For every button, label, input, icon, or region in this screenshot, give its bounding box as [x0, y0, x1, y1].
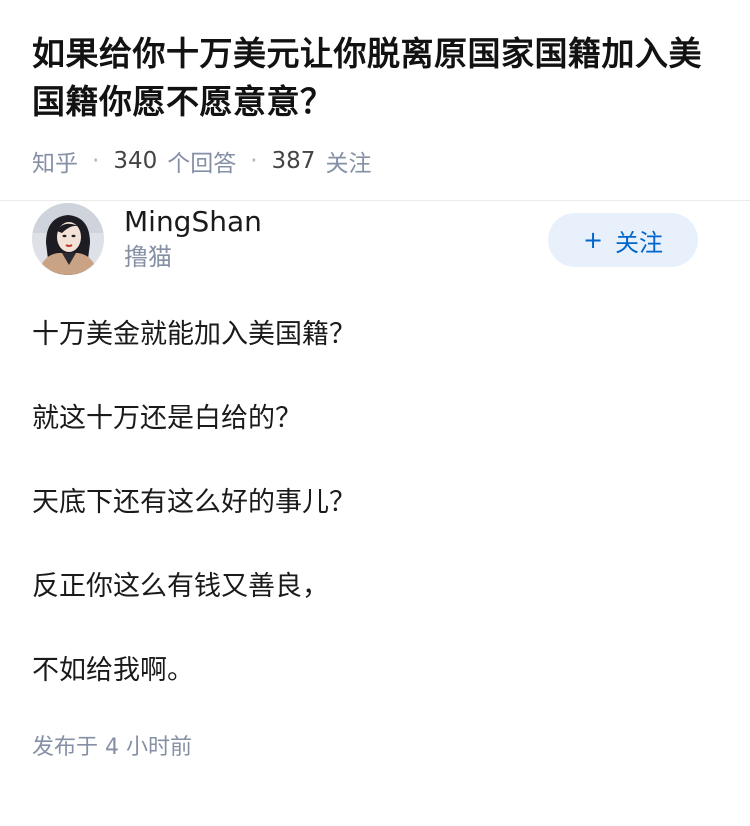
plus-icon: +	[582, 226, 604, 254]
answer-paragraph: 不如给我啊。	[32, 655, 194, 686]
author-name[interactable]: MingShan	[124, 204, 262, 240]
answer-paragraph: 天底下还有这么好的事儿？	[32, 487, 356, 518]
author-info: MingShan 撸猫	[124, 204, 262, 274]
answer-body[interactable]: 十万美金就能加入美国籍？ 就这十万还是白给的？ 天底下还有这么好的事儿？ 反正你…	[32, 315, 718, 691]
question-header: 如果给你十万美元让你脱离原国家国籍加入美国籍你愿不愿意意？ 知乎 · 340 个…	[0, 0, 750, 177]
author-row: MingShan 撸猫 + 关注	[32, 169, 718, 309]
answer-card: MingShan 撸猫 + 关注 十万美金就能加入美国籍？ 就这十万还是白给的？…	[0, 169, 750, 761]
avatar-portrait-icon	[32, 203, 104, 275]
answer-paragraph: 十万美金就能加入美国籍？	[32, 319, 356, 350]
follow-button[interactable]: + 关注	[548, 213, 698, 267]
follow-button-label: 关注	[615, 228, 664, 257]
question-title[interactable]: 如果给你十万美元让你脱离原国家国籍加入美国籍你愿不愿意意？	[32, 30, 718, 126]
answer-paragraph: 就这十万还是白给的？	[32, 403, 302, 434]
publish-time: 发布于 4 小时前	[32, 735, 192, 760]
avatar[interactable]	[32, 203, 104, 275]
author-tag: 撸猫	[124, 243, 172, 271]
answer-paragraph: 反正你这么有钱又善良，	[32, 571, 329, 602]
